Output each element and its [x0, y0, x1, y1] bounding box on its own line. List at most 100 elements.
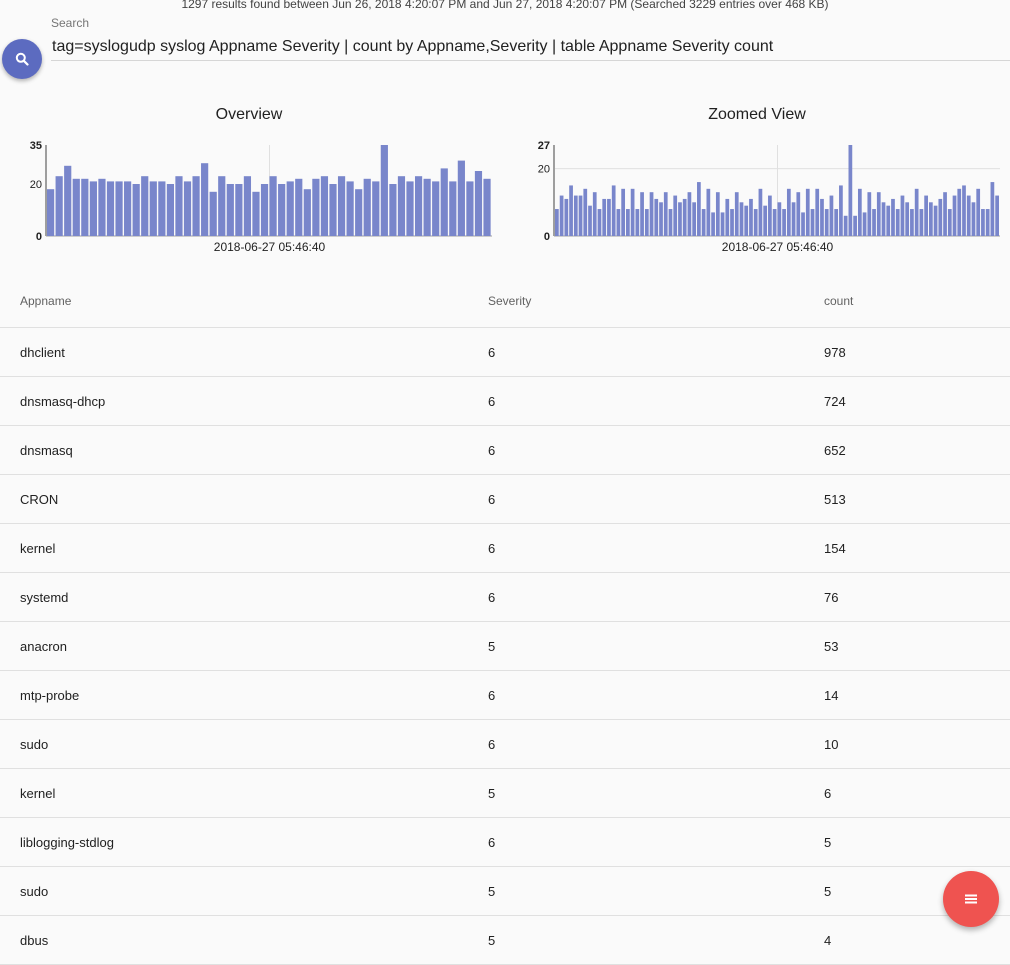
- chart-0-bar: [175, 176, 183, 236]
- chart-1-bar: [914, 188, 919, 236]
- chart-0-bar: [132, 184, 140, 236]
- chart-1-bar: [697, 182, 701, 236]
- chart-0-bar: [149, 181, 157, 236]
- chart-1-bar: [843, 215, 848, 236]
- column-header-appname[interactable]: Appname: [20, 275, 71, 327]
- chart-0-bar: [449, 181, 457, 236]
- chart-0-bar: [243, 176, 252, 236]
- table-row[interactable]: anacron 5 53: [0, 622, 1010, 671]
- results-table: Appname Severity count dhclient 6 978 dnsma…: [0, 275, 1010, 965]
- chart-0-bar: [64, 165, 72, 236]
- chart-0-bar: [98, 178, 106, 236]
- column-header-severity[interactable]: Severity: [488, 275, 531, 327]
- table-row[interactable]: systemd 6 76: [0, 573, 1010, 622]
- table-row[interactable]: dhclient 6 978: [0, 328, 1010, 377]
- chart-1-bar: [905, 202, 910, 236]
- chart-1-bar: [867, 192, 872, 236]
- chart-1-bar: [663, 192, 668, 236]
- chart-0-bar: [389, 184, 397, 236]
- chart-0-bar: [141, 176, 149, 236]
- chart-1-bar: [758, 188, 763, 236]
- table-row[interactable]: dnsmasq 6 652: [0, 426, 1010, 475]
- table-row[interactable]: CRON 6 513: [0, 475, 1010, 524]
- chart-0-y-tick-label: 20: [30, 179, 42, 191]
- cell-appname: kernel: [20, 785, 56, 801]
- chart-1-bar: [862, 212, 867, 236]
- column-header-count[interactable]: count: [824, 275, 853, 327]
- chart-0-bar: [414, 176, 423, 236]
- chart-1-bar: [891, 198, 895, 236]
- cell-count: 513: [824, 491, 846, 507]
- cell-count: 652: [824, 442, 846, 458]
- table-row[interactable]: mtp-probe 6 14: [0, 671, 1010, 720]
- chart-0-bar: [346, 181, 354, 236]
- chart-0-bar: [183, 181, 192, 236]
- chart-1-bar: [886, 205, 891, 236]
- chart-1-bar: [644, 209, 649, 236]
- chart-0-bar: [260, 184, 269, 236]
- chart-0-bar: [440, 168, 448, 236]
- chart-1-bar: [744, 205, 749, 236]
- cell-appname: CRON: [20, 491, 59, 507]
- table-header-row: Appname Severity count: [0, 275, 1010, 328]
- table-row[interactable]: dnsmasq-dhcp 6 724: [0, 377, 1010, 426]
- chart-1-bar: [872, 209, 876, 236]
- table-row[interactable]: dbus 5 4: [0, 916, 1010, 965]
- table-row[interactable]: kernel 5 6: [0, 769, 1010, 818]
- table-row[interactable]: kernel 6 154: [0, 524, 1010, 573]
- chart-1-bar: [692, 202, 697, 236]
- cell-severity: 6: [488, 344, 496, 360]
- chart-1-bar: [607, 198, 611, 236]
- chart-1-bar: [715, 192, 720, 236]
- cell-severity: 6: [488, 687, 496, 703]
- chart-1-bar: [829, 195, 834, 236]
- cell-severity: 5: [488, 932, 496, 948]
- cell-count: 14: [824, 687, 839, 703]
- chart-1-bar: [971, 202, 976, 236]
- cell-count: 154: [824, 540, 846, 556]
- chart-1-bar: [853, 215, 857, 236]
- chart-1-bar: [848, 145, 853, 236]
- cell-appname: sudo: [20, 736, 49, 752]
- chart-1-bar: [678, 202, 682, 236]
- chart-1-bar: [626, 209, 630, 236]
- chart-0-bar: [252, 191, 260, 236]
- chart-1-bar: [654, 198, 659, 236]
- cell-appname: sudo: [20, 883, 49, 899]
- table-row[interactable]: sudo 5 5: [0, 867, 1010, 916]
- chart-0-bar: [55, 176, 63, 236]
- cell-severity: 6: [488, 589, 496, 605]
- chart-0-bar: [406, 181, 414, 236]
- chart-1-bar: [919, 209, 924, 236]
- chart-0-bar: [209, 191, 217, 236]
- chart-0-bar: [192, 176, 200, 236]
- chart-1-bar: [659, 202, 663, 236]
- chart-1-bar: [900, 195, 905, 236]
- chart-1-bar: [559, 195, 564, 236]
- chart-1-bar: [957, 188, 962, 236]
- chart-0-x-label: 2018-06-27 05:46:40: [214, 240, 326, 254]
- chart-1-bar: [649, 192, 654, 236]
- chart-1-bar: [668, 209, 673, 236]
- menu-fab-button[interactable]: [943, 871, 999, 927]
- table-row[interactable]: liblogging-stdlog 6 5: [0, 818, 1010, 867]
- chart-0-bar: [226, 184, 234, 236]
- chart-0-bar: [303, 189, 311, 236]
- chart-1-bar: [820, 198, 824, 236]
- chart-1-bar: [763, 205, 768, 236]
- table-body: dhclient 6 978 dnsmasq-dhcp 6 724 dnsmasq 6 652 C…: [0, 328, 1010, 965]
- cell-appname: dbus: [20, 932, 49, 948]
- chart-0-bar: [397, 176, 406, 236]
- cell-appname: kernel: [20, 540, 56, 556]
- cell-appname: dnsmasq: [20, 442, 73, 458]
- chart-0-bar: [466, 181, 474, 236]
- chart-1-bar: [706, 188, 711, 236]
- chart-1-bar: [933, 205, 938, 236]
- cell-count: 724: [824, 393, 846, 409]
- table-row[interactable]: sudo 6 10: [0, 720, 1010, 769]
- chart-1-bar: [990, 182, 995, 236]
- chart-1-bar: [924, 195, 928, 236]
- cell-count: 53: [824, 638, 839, 654]
- chart-1-bar: [791, 202, 796, 236]
- cell-severity: 6: [488, 736, 496, 752]
